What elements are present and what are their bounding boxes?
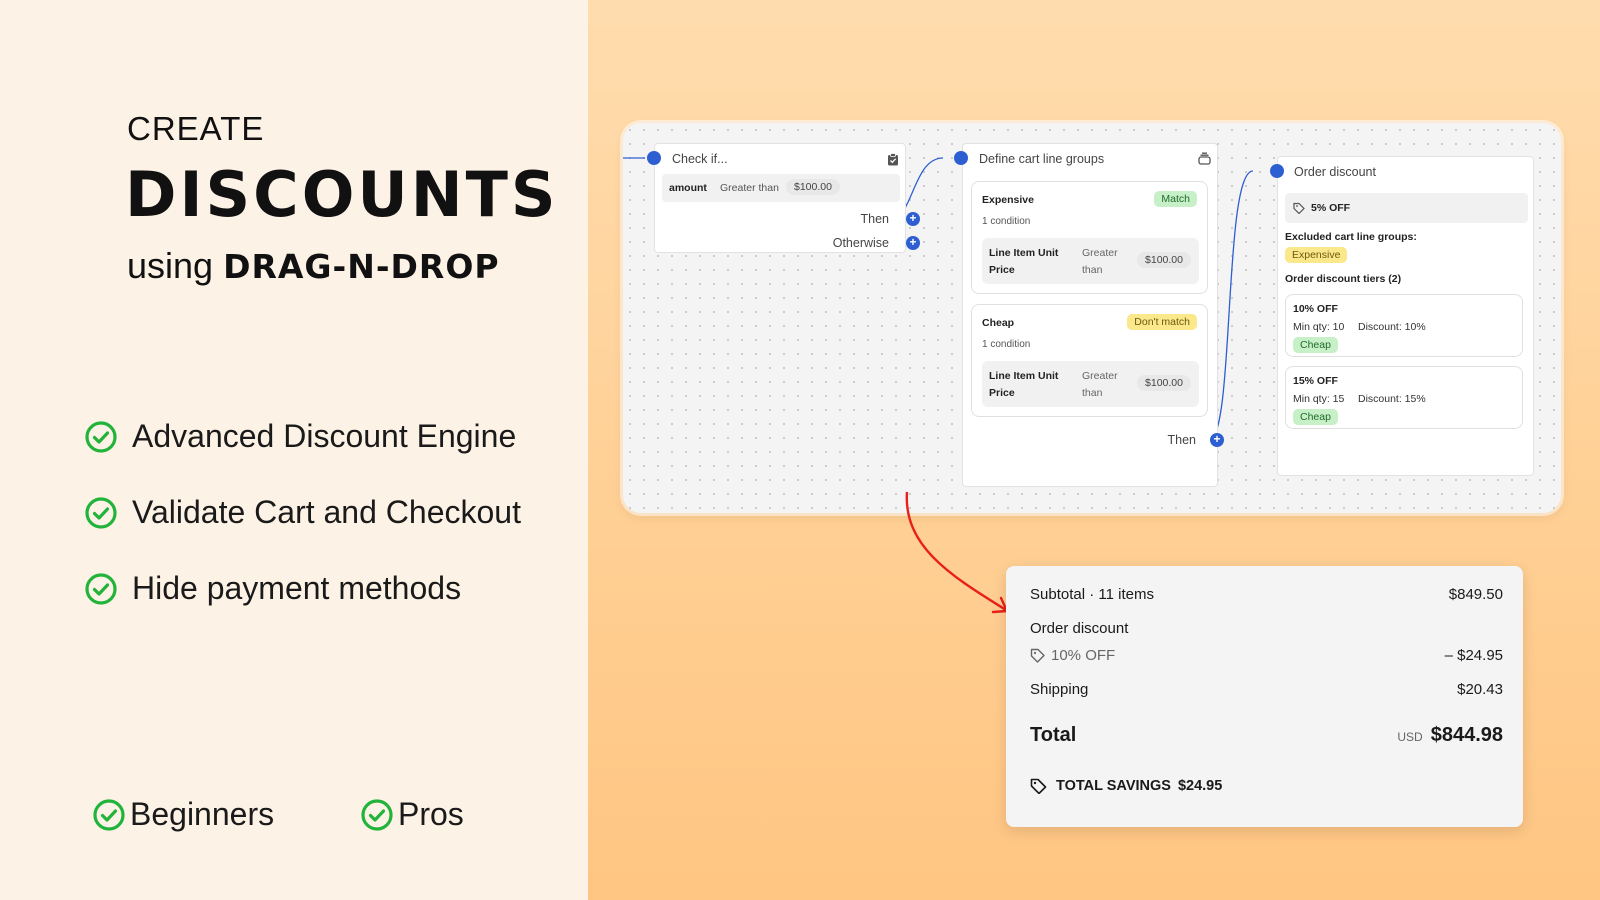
condition-operator: Greater than — [1082, 370, 1118, 399]
check-node[interactable]: Check if... amount Greater than $100.00 … — [654, 143, 906, 253]
groups-then-label: Then — [1167, 433, 1197, 447]
condition-operator: Greater than — [1082, 247, 1118, 276]
shipping-row: Shipping $20.43 — [1030, 681, 1503, 698]
subtotal-value: $849.50 — [1448, 586, 1503, 603]
condition-field: Line Item Unit Price — [989, 370, 1059, 399]
clipboard-icon[interactable] — [887, 153, 899, 166]
order-node-title: Order discount — [1294, 165, 1376, 179]
savings-label: TOTAL SAVINGS — [1056, 777, 1171, 794]
headline-discounts: DISCOUNTS — [125, 158, 559, 231]
check-circle-icon — [85, 420, 117, 453]
input-port[interactable] — [1270, 164, 1284, 178]
otherwise-label: Otherwise — [832, 236, 889, 250]
total-value: $844.98 — [1430, 724, 1503, 746]
tag-icon — [1030, 648, 1045, 663]
feature-item: Hide payment methods — [84, 570, 461, 607]
shipping-label: Shipping — [1030, 681, 1089, 698]
group-name: Cheap — [982, 317, 1015, 329]
check-node-title: Check if... — [672, 152, 728, 166]
feature-label: Hide payment methods — [132, 570, 462, 606]
audience-label: Beginners — [130, 796, 275, 832]
condition-operator: Greater than — [720, 182, 779, 194]
tier-group-badge[interactable]: Cheap — [1293, 409, 1338, 425]
discount-value: – $24.95 — [1444, 647, 1503, 664]
discount-code: 10% OFF — [1030, 647, 1115, 664]
group-cheap[interactable]: Cheap Don't match 1 condition Line Item … — [971, 304, 1208, 417]
stack-icon[interactable] — [1198, 152, 1211, 165]
discount-row[interactable]: 5% OFF — [1285, 193, 1528, 223]
check-circle-icon — [85, 572, 117, 605]
subtotal-row: Subtotal · 11 items $849.50 — [1030, 586, 1503, 603]
condition-field: amount — [669, 182, 707, 194]
tier-title: 15% OFF — [1293, 375, 1338, 387]
feature-label: Advanced Discount Engine — [132, 418, 517, 454]
group-name: Expensive — [982, 194, 1034, 206]
order-discount-node[interactable]: Order discount 5% OFF Excluded cart line… — [1277, 156, 1534, 476]
discount-code-row: 10% OFF – $24.95 — [1030, 647, 1503, 664]
excluded-group-badge[interactable]: Expensive — [1285, 247, 1348, 263]
feature-item: Validate Cart and Checkout — [84, 494, 521, 531]
headline-using-text: using — [127, 245, 214, 286]
then-add-icon[interactable]: + — [906, 212, 920, 226]
check-condition-row[interactable]: amount Greater than $100.00 — [662, 174, 900, 202]
headline-create: CREATE — [127, 110, 265, 147]
left-panel: CREATE DISCOUNTS using DRAG-N-DROP Advan… — [0, 0, 588, 900]
audience-pros: Pros — [360, 796, 464, 833]
tier-group-badge[interactable]: Cheap — [1293, 337, 1338, 353]
discount-code-label: 10% OFF — [1051, 647, 1116, 664]
tag-icon — [1293, 202, 1305, 214]
headline-method: DRAG-N-DROP — [223, 247, 500, 286]
condition-value: $100.00 — [1137, 375, 1191, 391]
flow-canvas[interactable]: Check if... amount Greater than $100.00 … — [623, 123, 1561, 513]
match-badge[interactable]: Match — [1154, 191, 1197, 207]
groups-then-add-icon[interactable]: + — [1210, 433, 1224, 447]
tier-discount: Discount: 15% — [1358, 393, 1426, 405]
tag-icon — [1030, 778, 1047, 794]
total-savings: TOTAL SAVINGS $24.95 — [1030, 777, 1222, 794]
input-port[interactable] — [954, 151, 968, 165]
feature-item: Advanced Discount Engine — [84, 418, 516, 455]
group-condition[interactable]: Line Item Unit Price Greater than $100.0… — [982, 361, 1199, 407]
groups-node-title: Define cart line groups — [979, 152, 1105, 166]
check-circle-icon — [361, 798, 393, 831]
tier-min-qty: Min qty: 15 — [1293, 393, 1345, 405]
tiers-title: Order discount tiers (2) — [1285, 273, 1402, 285]
headline-using: using DRAG-N-DROP — [127, 245, 500, 287]
dont-match-badge[interactable]: Don't match — [1127, 314, 1197, 330]
groups-node[interactable]: Define cart line groups Expensive Match … — [962, 143, 1218, 487]
order-discount-label: Order discount — [1030, 620, 1129, 637]
order-summary-card: Subtotal · 11 items $849.50 Order discou… — [1006, 566, 1523, 827]
check-circle-icon — [93, 798, 125, 831]
tier-min-qty: Min qty: 10 — [1293, 321, 1345, 333]
discount-tier[interactable]: 15% OFF Min qty: 15 Discount: 15% Cheap — [1285, 366, 1523, 429]
audience-beginners: Beginners — [92, 796, 274, 833]
condition-count: 1 condition — [982, 216, 1031, 227]
savings-value: $24.95 — [1177, 777, 1223, 794]
total-amount: USD $844.98 — [1397, 724, 1503, 747]
shipping-value: $20.43 — [1457, 681, 1503, 698]
order-discount-row: Order discount — [1030, 620, 1503, 637]
check-circle-icon — [85, 496, 117, 529]
discount-label: 5% OFF — [1311, 202, 1351, 214]
excluded-title: Excluded cart line groups: — [1285, 231, 1417, 243]
discount-tier[interactable]: 10% OFF Min qty: 10 Discount: 10% Cheap — [1285, 294, 1523, 357]
condition-field: Line Item Unit Price — [989, 247, 1059, 276]
group-expensive[interactable]: Expensive Match 1 condition Line Item Un… — [971, 181, 1208, 294]
condition-count: 1 condition — [982, 339, 1031, 350]
feature-label: Validate Cart and Checkout — [132, 494, 521, 530]
tier-discount: Discount: 10% — [1358, 321, 1426, 333]
audience-label: Pros — [398, 796, 464, 832]
total-row: Total USD $844.98 — [1030, 724, 1503, 747]
input-port[interactable] — [647, 151, 661, 165]
total-label: Total — [1030, 724, 1077, 746]
group-condition[interactable]: Line Item Unit Price Greater than $100.0… — [982, 238, 1199, 284]
condition-value: $100.00 — [1137, 252, 1191, 268]
otherwise-add-icon[interactable]: + — [906, 236, 920, 250]
subtotal-label: Subtotal · 11 items — [1030, 586, 1154, 603]
then-label: Then — [860, 212, 890, 226]
savings-row: TOTAL SAVINGS $24.95 — [1030, 777, 1503, 794]
condition-value: $100.00 — [786, 179, 840, 195]
currency-code: USD — [1397, 730, 1423, 744]
tier-title: 10% OFF — [1293, 303, 1338, 315]
